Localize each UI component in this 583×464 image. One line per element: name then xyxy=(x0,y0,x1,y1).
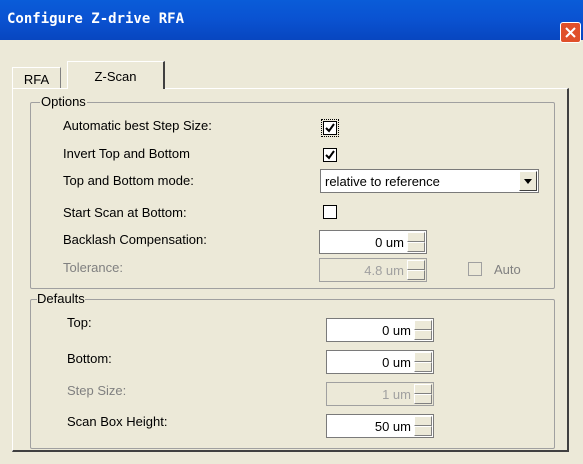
checkmark-icon xyxy=(325,150,335,160)
spin-down-button[interactable] xyxy=(414,426,432,436)
spin-down-button xyxy=(407,270,425,280)
spin-up-button xyxy=(414,384,432,394)
title-bar[interactable]: Configure Z-drive RFA xyxy=(0,0,583,40)
spin-up-button[interactable] xyxy=(414,416,432,426)
tab-z-scan-label: Z-Scan xyxy=(94,69,137,84)
tab-rfa[interactable]: RFA xyxy=(12,67,61,89)
spin-down-button[interactable] xyxy=(407,242,425,252)
defaults-legend: Defaults xyxy=(37,291,85,306)
spin-buttons xyxy=(414,416,432,436)
top-bottom-mode-select[interactable]: relative to reference xyxy=(320,169,539,193)
spin-up-button[interactable] xyxy=(414,352,432,362)
backlash-spinbox[interactable]: 0 um xyxy=(319,230,427,254)
tolerance-auto-checkbox xyxy=(468,262,482,276)
bottom-spinbox[interactable]: 0 um xyxy=(326,350,434,374)
scan-box-height-label: Scan Box Height: xyxy=(67,414,168,429)
spin-buttons xyxy=(414,352,432,372)
auto-best-step-label: Automatic best Step Size: xyxy=(63,118,212,133)
backlash-value: 0 um xyxy=(375,235,404,250)
spin-buttons xyxy=(407,260,425,280)
invert-top-bottom-checkbox[interactable] xyxy=(323,148,337,162)
bottom-label: Bottom: xyxy=(67,351,112,366)
focus-rectangle xyxy=(321,119,339,137)
top-label: Top: xyxy=(67,315,92,330)
start-scan-bottom-label: Start Scan at Bottom: xyxy=(63,205,187,220)
auto-best-step-checkbox[interactable] xyxy=(321,119,339,137)
top-bottom-mode-value: relative to reference xyxy=(325,174,440,189)
tolerance-label: Tolerance: xyxy=(63,260,123,275)
top-value: 0 um xyxy=(382,323,411,338)
close-icon xyxy=(565,27,576,38)
window-title: Configure Z-drive RFA xyxy=(7,11,185,27)
tab-z-scan[interactable]: Z-Scan xyxy=(67,61,165,89)
top-spinbox[interactable]: 0 um xyxy=(326,318,434,342)
step-size-label: Step Size: xyxy=(67,383,127,398)
spin-buttons xyxy=(407,232,425,252)
start-scan-bottom-checkbox[interactable] xyxy=(323,205,337,219)
tolerance-spinbox: 4.8 um xyxy=(319,258,427,282)
close-button[interactable] xyxy=(560,22,581,43)
tolerance-value: 4.8 um xyxy=(364,263,404,278)
dropdown-button[interactable] xyxy=(519,171,537,191)
spin-up-button xyxy=(407,260,425,270)
step-size-value: 1 um xyxy=(382,387,411,402)
spin-buttons xyxy=(414,320,432,340)
scan-box-height-spinbox[interactable]: 50 um xyxy=(326,414,434,438)
spin-down-button[interactable] xyxy=(414,330,432,340)
options-legend: Options xyxy=(40,94,87,109)
tolerance-auto-label: Auto xyxy=(494,262,521,277)
backlash-label: Backlash Compensation: xyxy=(63,232,207,247)
tab-rfa-label: RFA xyxy=(23,72,50,87)
spin-up-button[interactable] xyxy=(407,232,425,242)
top-bottom-mode-label: Top and Bottom mode: xyxy=(63,173,194,188)
spin-up-button[interactable] xyxy=(414,320,432,330)
scan-box-height-value: 50 um xyxy=(374,419,411,434)
spin-buttons xyxy=(414,384,432,404)
spin-down-button xyxy=(414,394,432,404)
chevron-down-icon xyxy=(524,179,532,184)
configure-dialog: Configure Z-drive RFA RFA Z-Scan Options… xyxy=(0,0,583,464)
invert-top-bottom-label: Invert Top and Bottom xyxy=(63,146,190,161)
bottom-value: 0 um xyxy=(382,355,411,370)
step-size-spinbox: 1 um xyxy=(326,382,434,406)
spin-down-button[interactable] xyxy=(414,362,432,372)
